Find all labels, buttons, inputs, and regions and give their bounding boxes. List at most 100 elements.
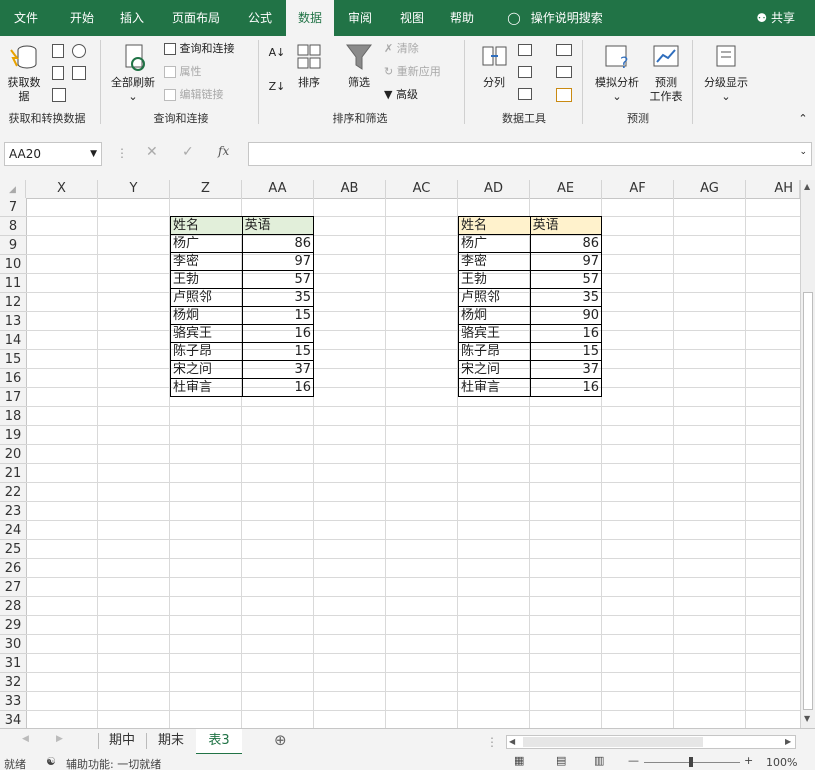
clear-filter-button[interactable]: ✗ 清除 (384, 42, 454, 56)
get-data-button[interactable]: 获取数 据 (4, 42, 44, 104)
add-sheet-icon[interactable]: ⊕ (274, 731, 287, 749)
from-web-icon[interactable] (52, 66, 64, 80)
row-header[interactable]: 8 (0, 217, 26, 236)
row-header[interactable]: 33 (0, 692, 26, 711)
scroll-left-icon[interactable]: ◀ (509, 737, 515, 746)
row-header[interactable]: 28 (0, 597, 26, 616)
row-header[interactable]: 10 (0, 255, 26, 274)
menu-page-layout[interactable]: 页面布局 (162, 0, 230, 36)
split-handle-icon[interactable]: ⋮ (486, 735, 498, 749)
score-cell[interactable]: 86 (529, 234, 603, 253)
tab-scroll-left-icon[interactable]: ◀ (22, 734, 29, 744)
row-header[interactable]: 16 (0, 369, 26, 388)
score-cell[interactable]: 16 (241, 378, 315, 397)
zoom-in-icon[interactable]: + (744, 754, 753, 767)
outline-button[interactable]: 分级显示 ⌄ (698, 42, 754, 104)
row-header[interactable]: 22 (0, 483, 26, 502)
menu-insert[interactable]: 插入 (110, 0, 154, 36)
what-if-analysis-button[interactable]: ? 模拟分析 ⌄ (590, 42, 644, 104)
sheet-tab[interactable]: 期中 (100, 729, 144, 753)
remove-duplicates-icon[interactable] (518, 66, 532, 78)
scroll-right-icon[interactable]: ▶ (785, 737, 791, 746)
row-header[interactable]: 14 (0, 331, 26, 350)
row-header[interactable]: 26 (0, 559, 26, 578)
formula-input[interactable]: ⌄ (248, 142, 812, 166)
menu-view[interactable]: 视图 (390, 0, 434, 36)
row-header[interactable]: 9 (0, 236, 26, 255)
score-cell[interactable]: 97 (529, 252, 603, 271)
name-cell[interactable]: 王勃 (170, 270, 243, 289)
forecast-sheet-button[interactable]: 预测 工作表 (646, 42, 686, 104)
name-cell[interactable]: 骆宾王 (170, 324, 243, 343)
name-cell[interactable]: 杨炯 (458, 306, 531, 325)
score-cell[interactable]: 15 (529, 342, 603, 361)
scroll-down-icon[interactable]: ▼ (804, 714, 810, 723)
row-header[interactable]: 24 (0, 521, 26, 540)
score-cell[interactable]: 57 (529, 270, 603, 289)
column-header[interactable]: AB (314, 180, 386, 198)
enter-icon[interactable]: ✓ (182, 144, 194, 160)
menu-help[interactable]: 帮助 (440, 0, 484, 36)
sort-button[interactable]: 排序 (292, 42, 326, 90)
score-cell[interactable]: 16 (529, 378, 603, 397)
column-header[interactable]: AF (602, 180, 674, 198)
menu-review[interactable]: 审阅 (338, 0, 382, 36)
column-header[interactable]: AE (530, 180, 602, 198)
score-cell[interactable]: 15 (241, 342, 315, 361)
score-cell[interactable]: 16 (529, 324, 603, 343)
menu-formulas[interactable]: 公式 (238, 0, 282, 36)
score-cell[interactable]: 37 (529, 360, 603, 379)
name-cell[interactable]: 卢照邻 (170, 288, 243, 307)
sort-az-button[interactable]: A↓ (266, 46, 288, 60)
queries-connections-button[interactable]: 查询和连接 (164, 42, 248, 56)
recent-sources-icon[interactable] (72, 44, 86, 58)
data-validation-icon[interactable] (518, 88, 532, 100)
column-header[interactable]: AH (746, 180, 800, 198)
name-cell[interactable]: 杨炯 (170, 306, 243, 325)
row-header[interactable]: 25 (0, 540, 26, 559)
row-header[interactable]: 20 (0, 445, 26, 464)
score-cell[interactable]: 90 (529, 306, 603, 325)
row-header[interactable]: 32 (0, 673, 26, 692)
page-break-view-icon[interactable]: ▥ (594, 754, 604, 767)
row-header[interactable]: 15 (0, 350, 26, 369)
zoom-out-icon[interactable]: — (628, 754, 639, 767)
score-cell[interactable]: 16 (241, 324, 315, 343)
row-header[interactable]: 29 (0, 616, 26, 635)
name-cell[interactable]: 王勃 (458, 270, 531, 289)
text-to-columns-button[interactable]: 分列 (474, 42, 514, 90)
row-header[interactable]: 19 (0, 426, 26, 445)
row-header[interactable]: 7 (0, 198, 26, 217)
row-header[interactable]: 13 (0, 312, 26, 331)
row-header[interactable]: 23 (0, 502, 26, 521)
sort-za-button[interactable]: Z↓ (266, 80, 288, 94)
horizontal-scrollbar[interactable]: ◀ ▶ (506, 735, 796, 749)
name-cell[interactable]: 李密 (170, 252, 243, 271)
name-cell[interactable]: 宋之问 (458, 360, 531, 379)
row-header[interactable]: 31 (0, 654, 26, 673)
page-layout-view-icon[interactable]: ▤ (556, 754, 566, 767)
consolidate-icon[interactable] (556, 44, 572, 56)
filter-button[interactable]: 筛选 (340, 42, 378, 90)
vertical-scroll-thumb[interactable] (803, 292, 813, 710)
score-cell[interactable]: 86 (241, 234, 315, 253)
flash-fill-icon[interactable] (518, 44, 532, 56)
column-header[interactable]: AD (458, 180, 530, 198)
vertical-scrollbar[interactable]: ▲ ▼ (800, 180, 815, 728)
table-header-cell[interactable]: 英语 (529, 216, 603, 235)
insert-function-icon[interactable]: fx (218, 144, 229, 158)
score-cell[interactable]: 15 (241, 306, 315, 325)
score-cell[interactable]: 37 (241, 360, 315, 379)
reapply-button[interactable]: ↻ 重新应用 (384, 65, 454, 79)
name-cell[interactable]: 卢照邻 (458, 288, 531, 307)
column-header[interactable]: Y (98, 180, 170, 198)
column-header[interactable]: AA (242, 180, 314, 198)
data-model-icon[interactable] (556, 88, 572, 102)
score-cell[interactable]: 57 (241, 270, 315, 289)
table-header-cell[interactable]: 姓名 (170, 216, 243, 235)
row-header[interactable]: 11 (0, 274, 26, 293)
column-header[interactable]: X (26, 180, 98, 198)
menu-home[interactable]: 开始 (58, 0, 106, 36)
zoom-level[interactable]: 100% (766, 756, 797, 769)
menu-data[interactable]: 数据 (286, 0, 334, 36)
